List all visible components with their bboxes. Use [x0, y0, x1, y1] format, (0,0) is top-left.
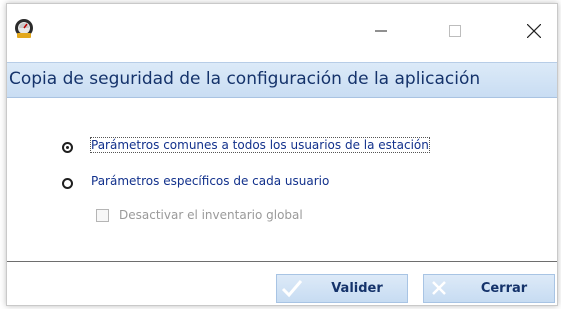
disable-global-inventory-checkbox[interactable] — [96, 209, 109, 222]
minimize-button[interactable] — [359, 14, 403, 48]
checkmark-icon — [281, 280, 303, 298]
cancel-button[interactable]: Cerrar — [423, 274, 555, 303]
close-icon — [527, 24, 541, 38]
title-bar — [7, 4, 557, 56]
radio-common-params-label[interactable]: Parámetros comunes a todos los usuarios … — [90, 137, 430, 153]
cancel-button-label: Cerrar — [480, 281, 528, 296]
maximize-button[interactable] — [433, 14, 477, 48]
dialog-window: Copia de seguridad de la configuración d… — [6, 3, 558, 306]
radio-specific-params-label[interactable]: Parámetros específicos de cada usuario — [91, 174, 329, 188]
radio-selected-dot — [66, 146, 69, 149]
minimize-icon — [375, 30, 387, 32]
page-title: Copia de seguridad de la configuración d… — [9, 69, 481, 89]
validate-button-label: Valider — [331, 281, 383, 296]
footer-divider — [7, 261, 557, 262]
x-icon — [432, 281, 446, 295]
app-gauge-icon — [15, 19, 33, 38]
radio-common-params[interactable] — [62, 142, 73, 153]
maximize-icon — [449, 25, 461, 37]
radio-specific-params[interactable] — [62, 178, 73, 189]
disable-global-inventory-label: Desactivar el inventario global — [119, 208, 303, 222]
validate-button[interactable]: Valider — [276, 274, 408, 303]
dialog-header: Copia de seguridad de la configuración d… — [7, 62, 557, 98]
close-window-button[interactable] — [512, 14, 556, 48]
